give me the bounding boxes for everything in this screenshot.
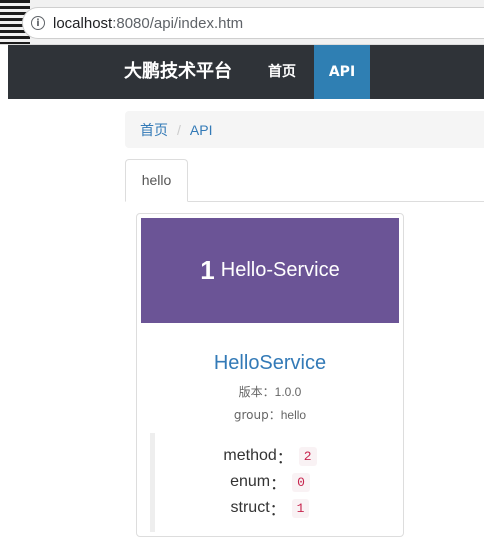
stat-separator: ： [269,500,286,519]
browser-address-bar: i localhost:8080/api/index.htm [0,0,484,45]
stat-value: 2 [298,446,317,466]
url-field[interactable]: i localhost:8080/api/index.htm [22,7,484,39]
group-value: hello [280,408,307,422]
nav-item-home[interactable]: 首页 [260,45,304,99]
group-label: group： [233,408,281,422]
breadcrumb-separator: / [177,121,181,138]
version-value: 1.0.0 [274,385,302,399]
brand-title[interactable]: 大鹏技术平台 [124,45,232,99]
top-navbar: 大鹏技术平台 首页 API [8,45,484,99]
tab-hello[interactable]: hello [125,159,188,202]
nav-item-api[interactable]: API [314,45,370,99]
info-icon[interactable]: i [31,16,45,30]
service-name-link[interactable]: HelloService [137,352,403,375]
breadcrumb: 首页 / API [125,111,484,148]
stat-label: method [223,447,277,464]
url-path: :8080/api/index.htm [112,14,244,32]
stat-value: 1 [291,498,310,518]
breadcrumb-current: API [189,121,213,138]
service-number: 1 [200,255,215,285]
stat-label: enum [230,473,271,490]
service-group: group：hello [137,406,403,423]
version-label: 版本： [238,385,275,399]
stat-row-struct: struct： 1 [137,495,403,521]
service-version: 版本：1.0.0 [137,383,403,400]
service-card: 1 Hello-Service HelloService 版本：1.0.0 gr… [136,213,404,537]
service-card-header: 1 Hello-Service [141,218,399,323]
stat-separator: ： [276,448,293,467]
stat-separator: ： [270,474,287,493]
stat-value: 0 [292,472,310,492]
service-stats: method： 2 enum： 0 struct： 1 [137,443,403,521]
stat-row-method: method： 2 [137,443,403,469]
url-host: localhost [53,14,113,32]
stat-row-enum: enum： 0 [137,469,403,495]
breadcrumb-home-link[interactable]: 首页 [140,120,168,140]
stat-label: struct [230,499,270,516]
service-title: Hello-Service [220,259,340,281]
